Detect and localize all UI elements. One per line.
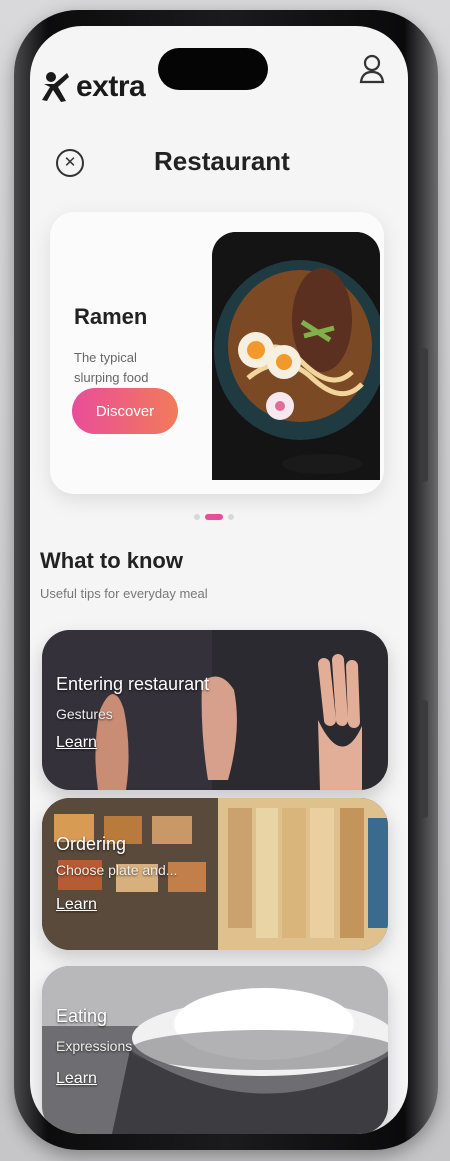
carousel-indicator[interactable] [194,514,234,520]
side-button-upper [420,348,428,482]
feature-title: Ramen [74,304,148,329]
profile-icon[interactable] [359,54,385,89]
tip-subtitle: Choose plate and... [56,862,178,878]
dynamic-island [158,48,268,90]
ramen-image [212,232,380,480]
tip-title: Eating [56,1006,108,1026]
tip-subtitle: Expressions [56,1038,133,1054]
tip-card-entering[interactable]: Entering restaurant Gestures Learn [42,630,388,790]
page-title: Restaurant [154,146,290,176]
carousel-dot[interactable] [228,514,234,520]
close-icon[interactable]: ✕ [56,149,84,177]
tip-card-eating[interactable]: Eating Expressions Learn [42,966,388,1134]
carousel-dot-active[interactable] [205,514,223,520]
discover-button[interactable]: Discover [72,388,178,434]
extra-logo-icon [40,71,70,103]
side-button-lower [420,700,428,818]
tip-title: Ordering [56,834,127,854]
tip-card-ordering[interactable]: Ordering Choose plate and... Learn [42,798,388,950]
page-header: ✕ Restaurant [56,146,376,186]
learn-link[interactable]: Learn [56,734,97,752]
phone-screen: extra ✕ Restaurant Ramen The typical slu… [30,26,408,1134]
section-subtitle: Useful tips for everyday meal [40,586,208,601]
learn-link[interactable]: Learn [56,896,97,914]
brand: extra [40,70,146,104]
learn-link[interactable]: Learn [56,1070,97,1088]
carousel-dot[interactable] [194,514,200,520]
feature-card[interactable]: Ramen The typical slurping food Discover [50,212,384,494]
tip-subtitle: Gestures [56,706,113,722]
section-title: What to know [40,548,183,573]
feature-subtitle: The typical slurping food [74,350,149,385]
tip-title: Entering restaurant [56,674,210,694]
brand-name: extra [76,70,146,103]
